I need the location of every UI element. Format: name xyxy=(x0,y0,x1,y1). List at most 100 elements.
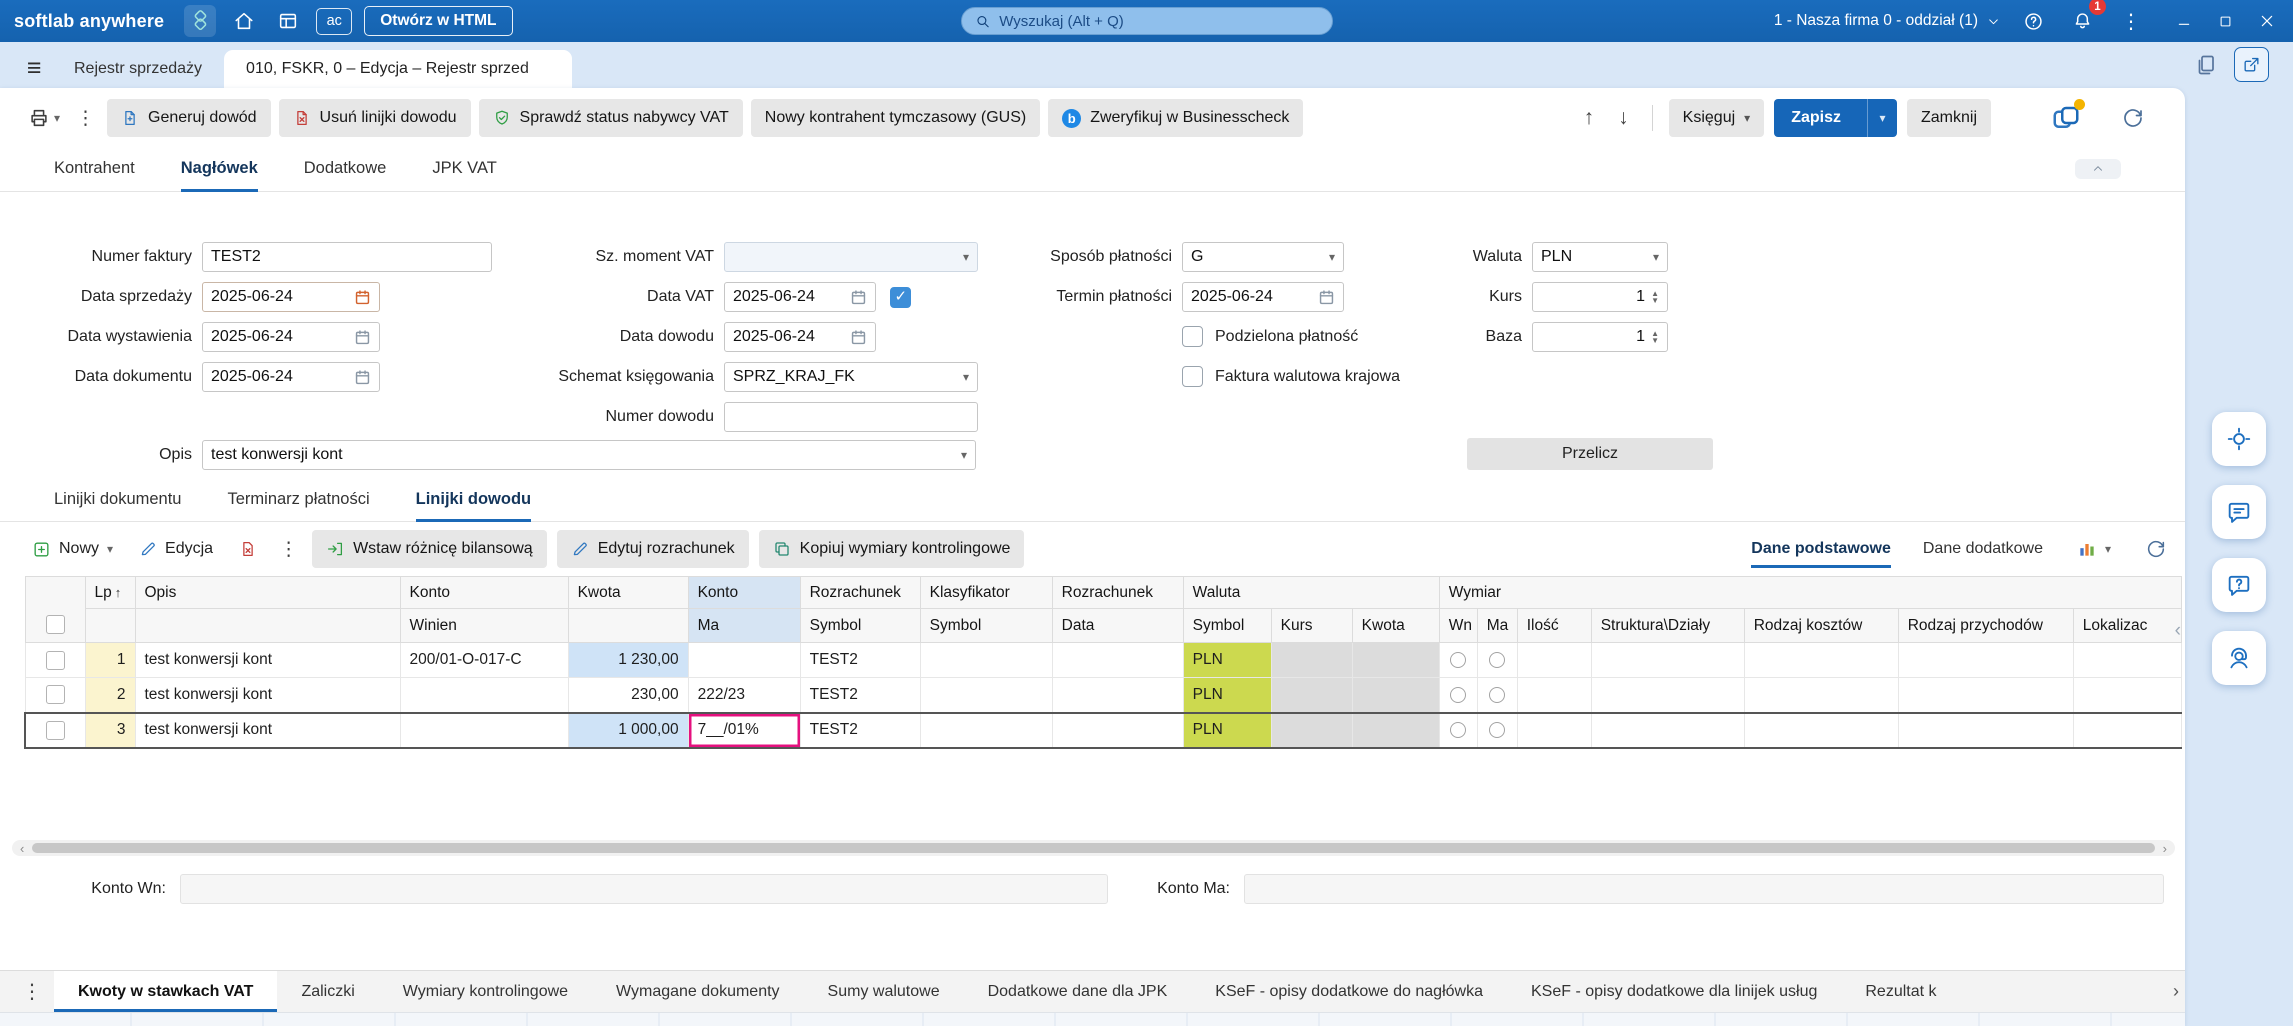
open-external-icon[interactable] xyxy=(2234,47,2269,82)
global-search[interactable] xyxy=(960,7,1333,35)
cell-konto-ma[interactable]: 222/23 xyxy=(687,677,801,713)
cell-struktura[interactable] xyxy=(1590,711,1745,749)
cell-ma[interactable] xyxy=(1476,642,1518,678)
calendar-icon[interactable] xyxy=(354,329,371,346)
konto-ma-field[interactable] xyxy=(1244,874,2164,904)
save-button[interactable]: Zapisz ▾ xyxy=(1774,99,1897,137)
description-value[interactable] xyxy=(211,446,955,464)
ac-badge[interactable]: ac xyxy=(316,7,353,35)
chevron-down-icon[interactable]: ▾ xyxy=(961,448,967,462)
tab-linijki-dokumentu[interactable]: Linijki dokumentu xyxy=(54,478,182,521)
cell-rodzaj-kosztow[interactable] xyxy=(1743,711,1899,749)
edit-settlement-button[interactable]: Edytuj rozrachunek xyxy=(556,530,749,568)
tab-terminarz-platnosci[interactable]: Terminarz płatności xyxy=(228,478,370,521)
column-header-lp[interactable]: Lp ↑ xyxy=(84,576,136,609)
calendar-icon[interactable] xyxy=(1318,289,1335,306)
tab-wymiary-kontrolingowe[interactable]: Wymiary kontrolingowe xyxy=(379,971,592,1012)
tab-zaliczki[interactable]: Zaliczki xyxy=(277,971,378,1012)
subheader-wn[interactable]: Wn xyxy=(1438,608,1478,643)
tab-naglowek[interactable]: Nagłówek xyxy=(180,146,258,192)
tab-edycja-rejestr[interactable]: 010, FSKR, 0 – Edycja – Rejestr sprzed xyxy=(224,50,573,88)
payment-due-field[interactable]: 2025-06-24 xyxy=(1182,282,1344,312)
cell-konto-winien[interactable] xyxy=(399,711,569,749)
column-header-waluta[interactable]: Waluta xyxy=(1182,576,1440,609)
proof-number-value[interactable] xyxy=(733,408,969,426)
subheader-ilosc[interactable]: Ilość xyxy=(1516,608,1592,643)
wn-radio[interactable] xyxy=(1450,721,1467,738)
payment-method-select[interactable]: G ▾ xyxy=(1182,242,1344,272)
select-all-checkbox[interactable] xyxy=(45,615,65,634)
new-temp-contractor-button[interactable]: Nowy kontrahent tymczasowy (GUS) xyxy=(750,99,1041,137)
close-button[interactable] xyxy=(2259,13,2275,29)
post-button[interactable]: Księguj ▾ xyxy=(1668,99,1765,137)
cell-waluta-symbol[interactable]: PLN xyxy=(1182,642,1272,678)
cell-lp[interactable]: 3 xyxy=(84,711,136,749)
subheader-lokalizacja[interactable]: Lokalizac xyxy=(2072,608,2183,643)
scrollbar-thumb[interactable] xyxy=(32,843,2155,853)
cell-lokalizacja[interactable] xyxy=(2072,642,2183,678)
cell-konto-ma-editor[interactable]: 7__/01% xyxy=(687,711,801,749)
cell-rozrachunek-symbol[interactable]: TEST2 xyxy=(799,677,921,713)
cell-klasyfikator-symbol[interactable] xyxy=(919,677,1053,713)
tab-rejestr-sprzedazy[interactable]: Rejestr sprzedaży xyxy=(52,50,224,88)
description-input[interactable]: ▾ xyxy=(202,440,976,470)
previous-record-icon[interactable]: ↑ xyxy=(1577,106,1602,130)
column-header-opis[interactable]: Opis xyxy=(134,576,401,609)
column-header-rozrachunek2[interactable]: Rozrachunek xyxy=(1051,576,1184,609)
cell-rodzaj-przychodow[interactable] xyxy=(1897,677,2074,713)
cell-rozrachunek-data[interactable] xyxy=(1051,677,1184,713)
tab-ksef-opisy-linijek[interactable]: KSeF - opisy dodatkowe dla linijek usług xyxy=(1507,971,1841,1012)
cell-rodzaj-przychodow[interactable] xyxy=(1897,711,2074,749)
help-icon[interactable] xyxy=(2017,5,2049,37)
subheader-ma2[interactable]: Ma xyxy=(1476,608,1518,643)
delete-line-icon[interactable] xyxy=(231,535,265,563)
row-checkbox[interactable] xyxy=(45,685,65,705)
column-header-konto-ma[interactable]: Konto xyxy=(687,576,801,609)
tab-jpk-vat[interactable]: JPK VAT xyxy=(432,146,497,191)
bottom-tabs-more-icon[interactable]: ⋮ xyxy=(10,971,54,1012)
cell-select[interactable] xyxy=(24,642,86,678)
refresh-lines-icon[interactable] xyxy=(2145,538,2167,560)
open-in-html-button[interactable]: Otwórz w HTML xyxy=(364,6,513,36)
column-header-klasyfikator[interactable]: Klasyfikator xyxy=(919,576,1053,609)
subheader-symbol3[interactable]: Symbol xyxy=(1182,608,1272,643)
cell-ilosc[interactable] xyxy=(1516,677,1592,713)
cell-lokalizacja[interactable] xyxy=(2072,677,2183,713)
cell-lp[interactable]: 1 xyxy=(84,642,136,678)
edit-line-button[interactable]: Edycja xyxy=(131,535,221,563)
refresh-icon[interactable] xyxy=(2121,106,2145,130)
posting-schema-select[interactable]: SPRZ_KRAJ_FK ▾ xyxy=(724,362,978,392)
tab-ksef-opisy-naglowka[interactable]: KSeF - opisy dodatkowe do nagłówka xyxy=(1191,971,1507,1012)
print-button[interactable]: ▾ xyxy=(24,103,64,133)
tab-rezultat[interactable]: Rezultat k xyxy=(1841,971,1945,1012)
currency-select[interactable]: PLN ▾ xyxy=(1532,242,1668,272)
calendar-icon[interactable] xyxy=(354,369,371,386)
help-chat-icon[interactable] xyxy=(2212,558,2266,612)
support-agent-icon[interactable] xyxy=(2212,631,2266,685)
new-line-button[interactable]: Nowy ▾ xyxy=(24,535,121,564)
tab-dane-dodatkowe[interactable]: Dane dodatkowe xyxy=(1923,530,2043,568)
next-record-icon[interactable]: ↓ xyxy=(1611,106,1636,130)
domestic-currency-invoice-checkbox[interactable] xyxy=(1182,366,1203,387)
pages-icon[interactable] xyxy=(2194,53,2218,77)
cell-opis[interactable]: test konwersji kont xyxy=(134,677,401,713)
notifications-bell-icon[interactable]: 1 xyxy=(2066,0,2106,37)
recalculate-button[interactable]: Przelicz xyxy=(1467,438,1713,470)
home-icon[interactable] xyxy=(228,5,260,37)
calendar-icon[interactable] xyxy=(354,289,371,306)
subheader-ma[interactable]: Ma xyxy=(687,608,801,643)
dashboard-icon[interactable] xyxy=(272,5,304,37)
ai-assistant-icon[interactable] xyxy=(2212,412,2266,466)
tab-dodatkowe[interactable]: Dodatkowe xyxy=(304,146,387,191)
row-checkbox[interactable] xyxy=(45,720,65,740)
cell-opis[interactable]: test konwersji kont xyxy=(134,711,401,749)
cell-lokalizacja[interactable] xyxy=(2072,711,2183,749)
cell-kwota[interactable]: 1 230,00 xyxy=(567,642,689,678)
proof-number-input[interactable] xyxy=(724,402,978,432)
collapse-panel-icon[interactable]: ‹ xyxy=(2175,620,2181,642)
chart-view-icon[interactable]: ▾ xyxy=(2069,534,2119,564)
subheader-symbol[interactable]: Symbol xyxy=(799,608,921,643)
tabs-scroll-right-icon[interactable]: › xyxy=(2173,971,2179,1012)
cell-rozrachunek-data[interactable] xyxy=(1051,642,1184,678)
subheader-rodzaj-przychodow[interactable]: Rodzaj przychodów xyxy=(1897,608,2074,643)
